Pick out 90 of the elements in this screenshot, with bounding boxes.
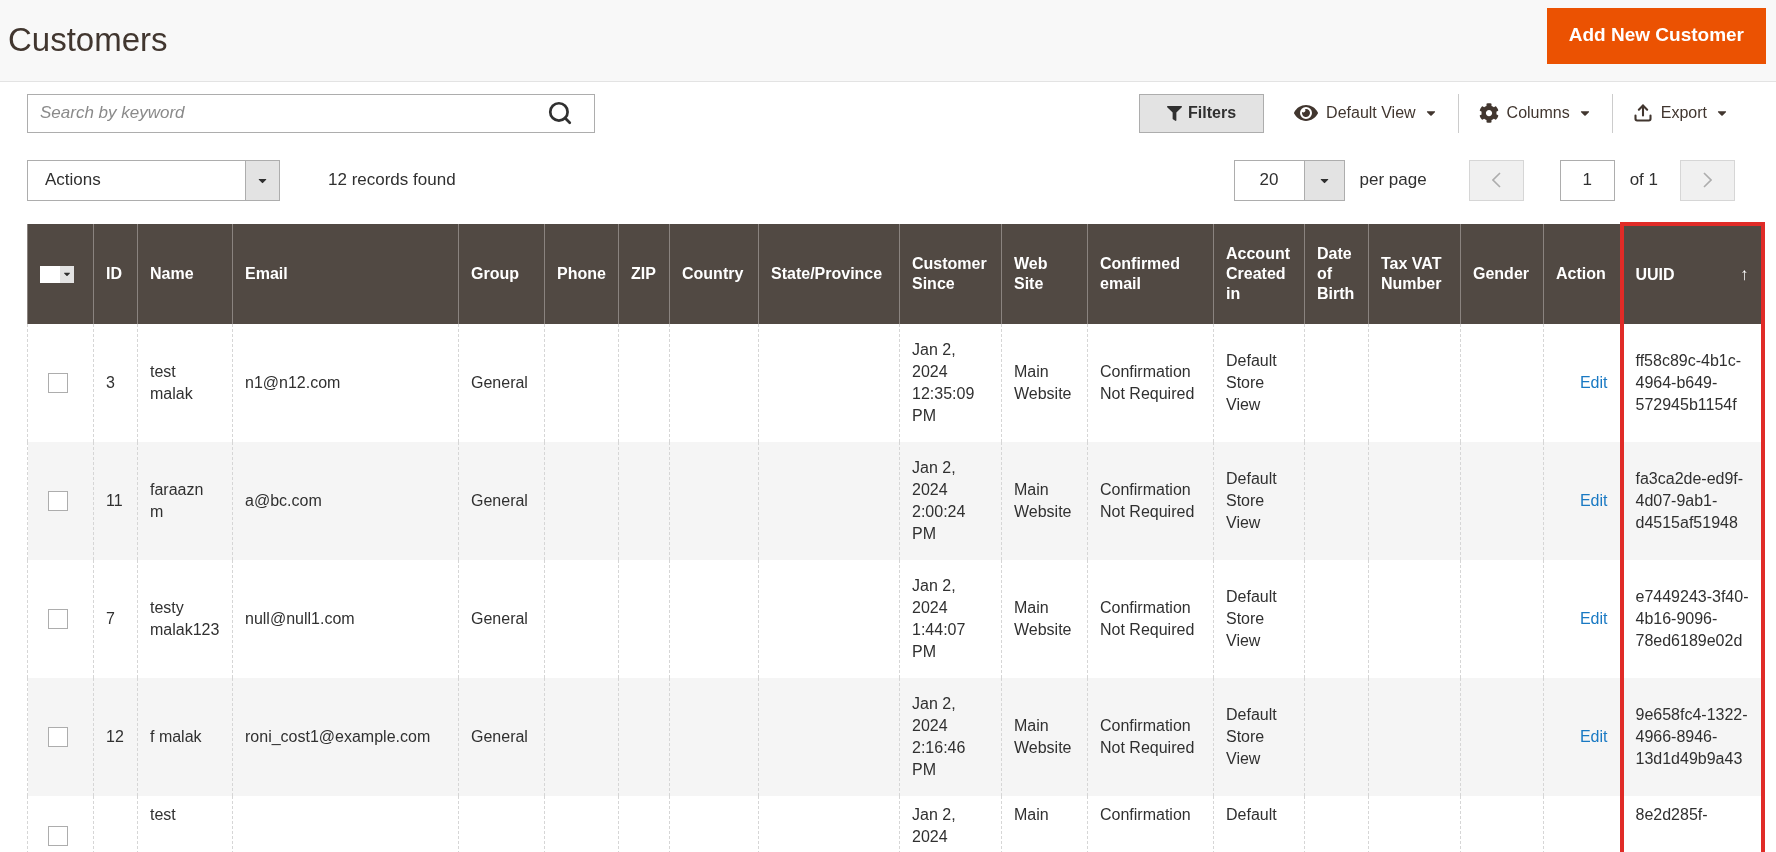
table-cell: Jan 2, 2024 1:44:07 PM <box>912 577 966 660</box>
actions-select[interactable]: Actions <box>27 159 280 201</box>
table-cell: 11 <box>106 492 123 509</box>
row-checkbox[interactable] <box>48 826 68 846</box>
per-page-label: per page <box>1359 169 1427 192</box>
column-header[interactable]: Group <box>471 264 519 284</box>
table-cell: e7449243-3f40-4b16-9096-78ed6189e02d <box>1635 588 1749 649</box>
page-title: Customers <box>8 19 168 60</box>
toolbar-dropdown[interactable]: Default View <box>1294 101 1438 125</box>
table-cell: Default Store View <box>1226 470 1277 531</box>
next-page-button[interactable] <box>1680 159 1735 201</box>
table-cell: Jan 2, 2024 <box>912 806 956 845</box>
table-cell: 12 <box>106 728 124 745</box>
table-cell: General <box>471 492 528 509</box>
column-header[interactable]: Confirmed email <box>1100 254 1201 294</box>
table-cell: Default <box>1226 806 1277 823</box>
table-cell: Main Website <box>1014 599 1072 638</box>
table-cell: f malak <box>150 728 202 745</box>
search-field[interactable]: Search by keyword <box>27 93 595 133</box>
column-header[interactable]: Account Created in <box>1226 244 1292 304</box>
search-icon <box>547 99 573 126</box>
table-cell: 7 <box>106 610 115 627</box>
filters-button[interactable]: Filters <box>1139 93 1265 133</box>
column-header[interactable]: Customer Since <box>912 254 989 294</box>
table-cell: Confirmation Not Required <box>1100 363 1195 402</box>
table-cell: test <box>150 806 176 823</box>
previous-page-button[interactable] <box>1468 159 1524 201</box>
table-cell: Confirmation <box>1100 806 1191 823</box>
column-header[interactable]: Phone <box>557 264 606 284</box>
table-cell: test malak <box>150 363 193 402</box>
column-header[interactable]: UUID <box>1635 265 1675 285</box>
table-cell: 9e658fc4-1322-4966-8946-13d1d49b9a43 <box>1635 706 1748 767</box>
edit-link[interactable]: Edit <box>1556 608 1608 630</box>
filter-icon <box>1167 105 1183 121</box>
column-header[interactable]: Action <box>1556 264 1606 284</box>
toolbar-dropdown[interactable]: Columns <box>1478 101 1592 125</box>
column-header[interactable]: Web Site <box>1014 254 1075 294</box>
records-count: 12 records found <box>328 169 456 192</box>
column-header[interactable]: ZIP <box>631 264 656 284</box>
table-cell: fa3ca2de-ed9f-4d07-9ab1-d4515af51948 <box>1635 470 1744 531</box>
add-customer-button[interactable]: Add New Customer <box>1546 7 1766 64</box>
table-cell: General <box>471 728 528 745</box>
table-cell: ff58c89c-4b1c-4964-b649-572945b1154f <box>1635 352 1742 413</box>
page-number-field[interactable]: 1 <box>1559 159 1615 201</box>
table-cell: Main <box>1014 806 1049 823</box>
table-cell: Jan 2, 2024 2:16:46 PM <box>912 695 966 778</box>
row-checkbox[interactable] <box>48 727 68 747</box>
column-header[interactable]: State/Province <box>771 264 883 284</box>
upload-icon <box>1632 103 1653 123</box>
table-cell: Default Store View <box>1226 352 1277 413</box>
table-cell: Jan 2, 2024 2:00:24 PM <box>912 459 966 542</box>
table-cell: Jan 2, 2024 12:35:09 PM <box>912 341 975 424</box>
edit-link[interactable]: Edit <box>1556 726 1608 748</box>
table-cell: null@null1.com <box>245 610 355 627</box>
table-cell: Main Website <box>1014 481 1072 520</box>
table-cell: faraazn m <box>150 481 204 520</box>
table-cell: n1@n12.com <box>245 374 341 391</box>
page-total: of 1 <box>1629 169 1658 192</box>
table-cell: General <box>471 610 528 627</box>
table-cell: Default Store View <box>1226 588 1277 649</box>
table-cell: testy malak123 <box>150 599 220 638</box>
edit-link[interactable]: Edit <box>1556 490 1608 512</box>
settings-icon <box>1478 103 1499 123</box>
column-header[interactable]: Country <box>682 264 744 284</box>
row-checkbox[interactable] <box>48 491 68 511</box>
table-cell: Main Website <box>1014 717 1072 756</box>
table-cell: Main Website <box>1014 363 1072 402</box>
toolbar-dropdown[interactable]: Export <box>1632 101 1729 125</box>
table-cell: 8e2d285f- <box>1635 806 1708 823</box>
chevron-left-icon <box>1491 172 1501 188</box>
chevron-right-icon <box>1703 172 1712 188</box>
row-checkbox[interactable] <box>48 609 68 629</box>
edit-link[interactable]: Edit <box>1556 372 1608 394</box>
table-cell: 3 <box>106 374 115 391</box>
table-cell: roni_cost1@example.com <box>245 728 431 745</box>
table-cell: Confirmation Not Required <box>1100 717 1195 756</box>
column-header[interactable]: ID <box>106 264 122 284</box>
table-cell: a@bc.com <box>245 492 322 509</box>
column-header[interactable]: Name <box>150 264 194 284</box>
column-header[interactable]: Tax VAT Number <box>1381 254 1448 294</box>
per-page-select[interactable]: 20 <box>1233 159 1345 201</box>
column-header[interactable]: Email <box>245 264 288 284</box>
table-cell: General <box>471 374 528 391</box>
row-checkbox[interactable] <box>48 373 68 393</box>
column-header[interactable]: Date of Birth <box>1317 244 1356 304</box>
table-cell: Confirmation Not Required <box>1100 599 1195 638</box>
table-cell: Confirmation Not Required <box>1100 481 1195 520</box>
sort-indicator: ↑ <box>1740 265 1749 285</box>
table-cell: Default Store View <box>1226 706 1277 767</box>
column-header[interactable]: Gender <box>1473 264 1529 284</box>
